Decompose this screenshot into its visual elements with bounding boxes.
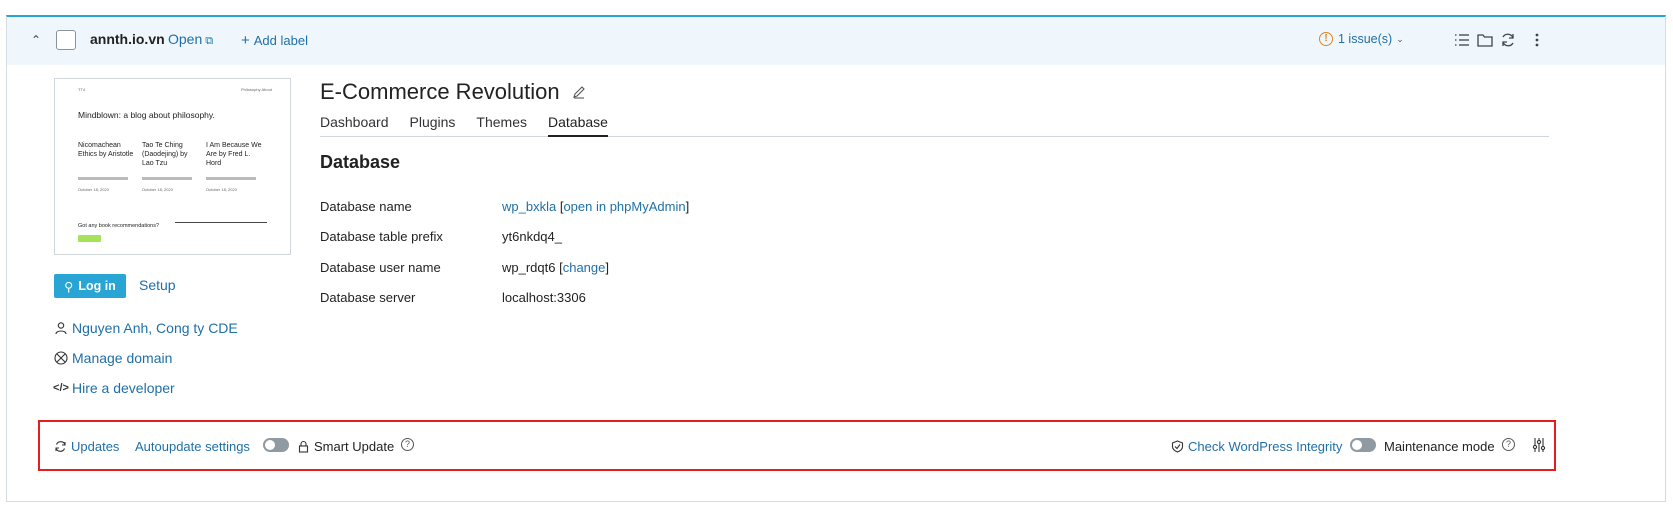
tab-database[interactable]: Database: [548, 114, 608, 137]
updates-link[interactable]: Updates: [54, 437, 119, 455]
thumbnail-post-date: October 18, 2023: [206, 187, 237, 192]
settings-sliders-icon[interactable]: [1532, 437, 1546, 453]
tab-themes[interactable]: Themes: [476, 114, 527, 137]
select-site-checkbox[interactable]: [56, 30, 76, 50]
db-label: Database server: [320, 290, 416, 305]
login-button[interactable]: ⚲ Log in: [54, 274, 126, 298]
site-name: annth.io.vn: [90, 31, 165, 47]
globe-icon: [54, 351, 68, 365]
site-card: ⌃ annth.io.vn Open ⧉ + Add label ! 1 issue…: [6, 15, 1666, 502]
site-actions-bar: Updates Autoupdate settings Smart Update…: [38, 420, 1556, 471]
external-link-icon: ⧉: [205, 35, 214, 47]
db-row-name: Database name wp_bxkla [open in phpMyAdmi…: [320, 199, 690, 214]
thumbnail-text-line: [142, 177, 192, 180]
db-prefix-value: yt6nkdq4_: [502, 229, 562, 244]
check-integrity-label: Check WordPress Integrity: [1188, 438, 1343, 454]
warning-icon: !: [1319, 32, 1333, 46]
manage-domain-link[interactable]: Manage domain: [54, 350, 172, 366]
refresh-icon: [55, 440, 66, 452]
db-label: Database name: [320, 199, 412, 214]
db-server-value: localhost:3306: [502, 290, 586, 305]
phpmyadmin-link[interactable]: open in phpMyAdmin: [563, 199, 685, 214]
owner-link[interactable]: Nguyen Anh, Cong ty CDE: [54, 320, 238, 336]
db-row-prefix: Database table prefix yt6nkdq4_: [320, 229, 562, 244]
shield-icon: [1171, 439, 1184, 453]
site-screenshot[interactable]: TT4 Philosophy About Mindblown: a blog a…: [54, 78, 291, 255]
manage-domain-label: Manage domain: [72, 350, 173, 366]
thumbnail-nav-links: Philosophy About: [241, 87, 272, 92]
code-icon: </>: [53, 382, 69, 394]
tab-dashboard[interactable]: Dashboard: [320, 114, 389, 137]
db-row-server: Database server localhost:3306: [320, 290, 586, 305]
thumbnail-post: I Am Because We Are by Fred L. Hord: [206, 141, 264, 168]
user-icon: [55, 322, 67, 335]
smart-update-label: Smart Update: [297, 437, 394, 455]
thumbnail-post-title: Nicomachean Ethics by Aristotle: [78, 142, 134, 158]
hire-developer-label: Hire a developer: [72, 380, 175, 396]
section-title: Database: [320, 152, 401, 172]
pencil-icon[interactable]: [572, 85, 586, 99]
chevron-down-icon: ⌄: [1396, 33, 1404, 44]
thumbnail-button: [78, 235, 101, 242]
change-user-link[interactable]: change: [563, 260, 606, 275]
lock-icon: [298, 440, 309, 453]
thumbnail-post-title: I Am Because We Are by Fred L. Hord: [206, 142, 262, 167]
help-icon[interactable]: ?: [1502, 438, 1515, 451]
thumbnail-post-date: October 18, 2023: [142, 187, 173, 192]
chevron-up-icon[interactable]: ⌃: [27, 31, 45, 49]
thumbnail-heading: Mindblown: a blog about philosophy.: [78, 110, 215, 120]
thumbnail-post: Tao Te Ching (Daodejing) by Lao Tzu: [142, 141, 200, 168]
db-name-link[interactable]: wp_bxkla: [502, 199, 556, 214]
page-title: E-Commerce Revolution: [320, 79, 560, 104]
key-icon: ⚲: [64, 279, 74, 294]
add-label-text: Add label: [253, 33, 308, 48]
refresh-icon[interactable]: [1499, 31, 1517, 49]
issues-dropdown[interactable]: ! 1 issue(s) ⌄: [1319, 32, 1404, 46]
folder-icon[interactable]: [1476, 31, 1494, 49]
site-title-row: E-Commerce Revolution: [320, 77, 1662, 107]
thumbnail-nav-left: TT4: [78, 87, 86, 92]
smart-update-text: Smart Update: [314, 438, 395, 454]
tab-bar: Dashboard Plugins Themes Database: [320, 114, 1549, 137]
autoupdate-settings-link[interactable]: Autoupdate settings: [135, 437, 250, 455]
open-site-link[interactable]: Open ⧉: [168, 31, 213, 48]
thumbnail-question: Got any book recommendations?: [78, 223, 160, 229]
smart-update-toggle[interactable]: [263, 438, 289, 452]
list-icon[interactable]: [1453, 31, 1471, 49]
thumbnail-post-title: Tao Te Ching (Daodejing) by Lao Tzu: [142, 142, 188, 167]
thumbnail-post: Nicomachean Ethics by Aristotle: [78, 141, 136, 159]
login-label: Log in: [78, 279, 116, 293]
open-site-label: Open: [168, 31, 203, 47]
db-user-value: wp_rdqt6: [502, 260, 556, 275]
owner-name: Nguyen Anh, Cong ty CDE: [72, 320, 238, 336]
db-label: Database user name: [320, 260, 441, 275]
db-row-user: Database user name wp_rdqt6 [change]: [320, 260, 609, 275]
check-integrity-link[interactable]: Check WordPress Integrity: [1171, 437, 1342, 455]
db-label: Database table prefix: [320, 229, 443, 244]
help-icon[interactable]: ?: [401, 438, 414, 451]
updates-label: Updates: [71, 438, 120, 454]
hire-developer-link[interactable]: </> Hire a developer: [53, 380, 175, 396]
issues-label: 1 issue(s): [1338, 32, 1393, 46]
setup-link[interactable]: Setup: [139, 277, 176, 293]
thumbnail-divider: [175, 222, 267, 223]
site-card-header: ⌃ annth.io.vn Open ⧉ + Add label ! 1 issue…: [7, 17, 1665, 65]
plus-icon: +: [241, 32, 250, 49]
maintenance-mode-toggle[interactable]: [1350, 438, 1376, 452]
thumbnail-text-line: [206, 177, 256, 180]
add-label-button[interactable]: + Add label: [241, 32, 308, 49]
thumbnail-post-date: October 18, 2023: [78, 187, 109, 192]
main-panel: E-Commerce Revolution Dashboard Plugins …: [320, 77, 1662, 305]
more-options-icon[interactable]: [1528, 31, 1546, 49]
thumbnail-text-line: [78, 177, 128, 180]
maintenance-mode-label: Maintenance mode: [1384, 438, 1495, 454]
tab-plugins[interactable]: Plugins: [410, 114, 456, 137]
